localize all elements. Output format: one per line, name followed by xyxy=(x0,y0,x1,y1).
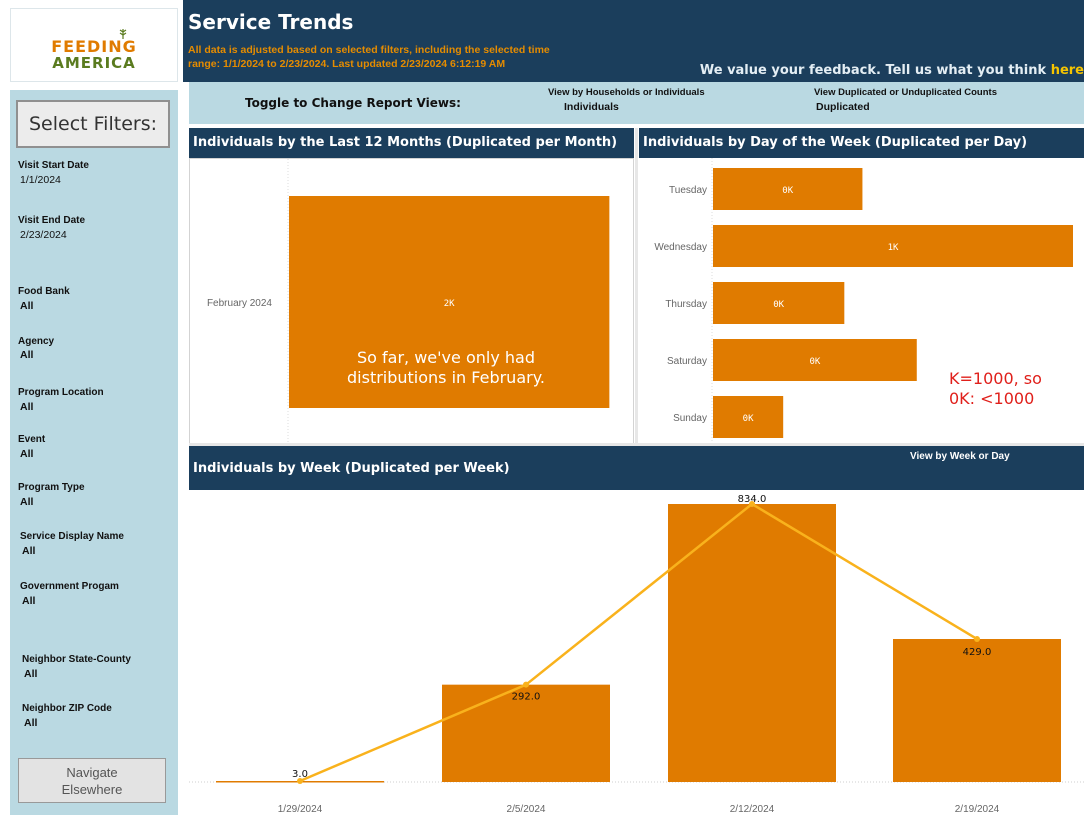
k-scale-annotation-line2: 0K: <1000 xyxy=(949,389,1035,408)
households-individuals-toggle[interactable]: Individuals xyxy=(564,101,619,113)
week-bar xyxy=(668,504,836,782)
day-bar-label: 0K xyxy=(809,357,820,367)
month-chart: February 2024 2K xyxy=(207,159,610,445)
logo-text-america: AMERICA xyxy=(52,54,136,72)
week-chart-panel: 1/29/2024 2/5/2024 2/12/2024 2/19/2024 3.0 29… xyxy=(189,490,1084,815)
month-chart-header: Individuals by the Last 12 Months (Dupli… xyxy=(189,128,634,158)
week-chart: 1/29/2024 2/5/2024 2/12/2024 2/19/2024 3.0 29… xyxy=(189,494,1084,815)
day-category-label: Thursday xyxy=(665,299,707,310)
february-annotation: So far, we've only had distributions in … xyxy=(346,348,546,388)
k-scale-annotation: K=1000, so 0K: <1000 xyxy=(949,369,1042,409)
week-x-tick-label: 2/19/2024 xyxy=(955,804,1000,815)
week-data-label: 3.0 xyxy=(292,769,308,780)
day-bar-label: 0K xyxy=(782,186,793,196)
filter-label-program-type: Program Type xyxy=(18,482,85,493)
sidebar: FEEDING AMERICA Select Filters: Visit St… xyxy=(0,0,183,815)
duplicated-unduplicated-toggle[interactable]: Duplicated xyxy=(816,101,870,113)
navigate-elsewhere-button[interactable]: Navigate Elsewhere xyxy=(18,758,166,803)
filter-label-food-bank: Food Bank xyxy=(18,286,70,297)
day-bar-label: 0K xyxy=(773,300,784,310)
week-trend-point xyxy=(974,636,980,642)
households-toggle-label: View by Households or Individuals xyxy=(548,87,705,98)
agency-select[interactable]: All xyxy=(20,349,33,361)
filter-label-visit-start-date: Visit Start Date xyxy=(18,160,89,171)
february-annotation-line1: So far, we've only had xyxy=(357,348,535,367)
navigate-button-line1: Navigate xyxy=(66,764,118,780)
select-filters-button[interactable]: Select Filters: xyxy=(16,100,170,148)
filter-panel: Select Filters: Visit Start Date 1/1/202… xyxy=(10,90,178,815)
day-category-label: Wednesday xyxy=(654,242,707,253)
program-type-select[interactable]: All xyxy=(20,496,33,508)
page-title: Service Trends xyxy=(188,10,354,34)
filter-label-government-program: Government Progam xyxy=(20,581,119,592)
filter-label-service-display-name: Service Display Name xyxy=(20,531,124,542)
toggle-title: Toggle to Change Report Views: xyxy=(245,96,461,110)
program-location-select[interactable]: All xyxy=(20,401,33,413)
k-scale-annotation-line1: K=1000, so xyxy=(949,369,1042,388)
navigate-button-line2: Elsewhere xyxy=(61,781,123,797)
day-category-label: Tuesday xyxy=(669,185,707,196)
filter-label-neighbor-zip-code: Neighbor ZIP Code xyxy=(22,703,112,714)
week-x-tick-label: 2/12/2024 xyxy=(730,804,775,815)
panel-divider xyxy=(635,128,638,444)
feedback-link[interactable]: here xyxy=(1051,63,1084,78)
page-subtitle: All data is adjusted based on selected f… xyxy=(188,44,550,70)
toggle-bar: Toggle to Change Report Views: View by H… xyxy=(189,82,1084,124)
filter-label-visit-end-date: Visit End Date xyxy=(18,215,86,226)
week-chart-header: Individuals by Week (Duplicated per Week… xyxy=(189,446,1084,490)
day-chart-header: Individuals by Day of the Week (Duplicat… xyxy=(639,128,1084,158)
neighbor-state-county-select[interactable]: All xyxy=(24,668,37,680)
week-data-label: 834.0 xyxy=(738,494,767,505)
service-display-name-select[interactable]: All xyxy=(22,545,35,557)
february-annotation-line2: distributions in February. xyxy=(347,368,545,387)
day-category-label: Sunday xyxy=(673,413,707,424)
filter-label-agency: Agency xyxy=(18,336,55,347)
feedback-text: We value your feedback. Tell us what you… xyxy=(700,63,1084,78)
government-program-select[interactable]: All xyxy=(22,595,35,607)
week-x-tick-label: 2/5/2024 xyxy=(507,804,546,815)
feeding-america-logo: FEEDING AMERICA xyxy=(10,8,178,82)
week-x-tick-label: 1/29/2024 xyxy=(278,804,323,815)
duplicated-toggle-label: View Duplicated or Unduplicated Counts xyxy=(814,87,997,98)
day-category-label: Saturday xyxy=(667,356,707,367)
neighbor-zip-code-select[interactable]: All xyxy=(24,717,37,729)
filter-label-program-location: Program Location xyxy=(18,387,104,398)
month-category-label: February 2024 xyxy=(207,298,272,309)
week-data-label: 292.0 xyxy=(512,692,541,703)
filter-label-event: Event xyxy=(18,434,46,445)
week-trend-line xyxy=(299,502,978,783)
visit-start-date-field[interactable]: 1/1/2024 xyxy=(20,174,61,186)
month-bar-label: 2K xyxy=(444,299,455,309)
week-trend-point xyxy=(523,681,529,688)
page-header: Service Trends All data is adjusted base… xyxy=(183,0,1084,82)
week-data-label: 429.0 xyxy=(963,647,992,658)
week-day-toggle-label: View by Week or Day xyxy=(910,451,1010,462)
filter-label-neighbor-state-county: Neighbor State-County xyxy=(22,654,131,665)
event-select[interactable]: All xyxy=(20,448,33,460)
visit-end-date-field[interactable]: 2/23/2024 xyxy=(20,229,67,241)
month-chart-panel: February 2024 2K xyxy=(189,158,634,445)
week-chart-title: Individuals by Week (Duplicated per Week… xyxy=(193,461,510,476)
day-bar-label: 1K xyxy=(888,243,899,253)
week-bar xyxy=(893,639,1061,782)
feedback-message: We value your feedback. Tell us what you… xyxy=(699,63,1051,78)
food-bank-select[interactable]: All xyxy=(20,300,33,312)
day-bar-label: 0K xyxy=(743,414,754,424)
